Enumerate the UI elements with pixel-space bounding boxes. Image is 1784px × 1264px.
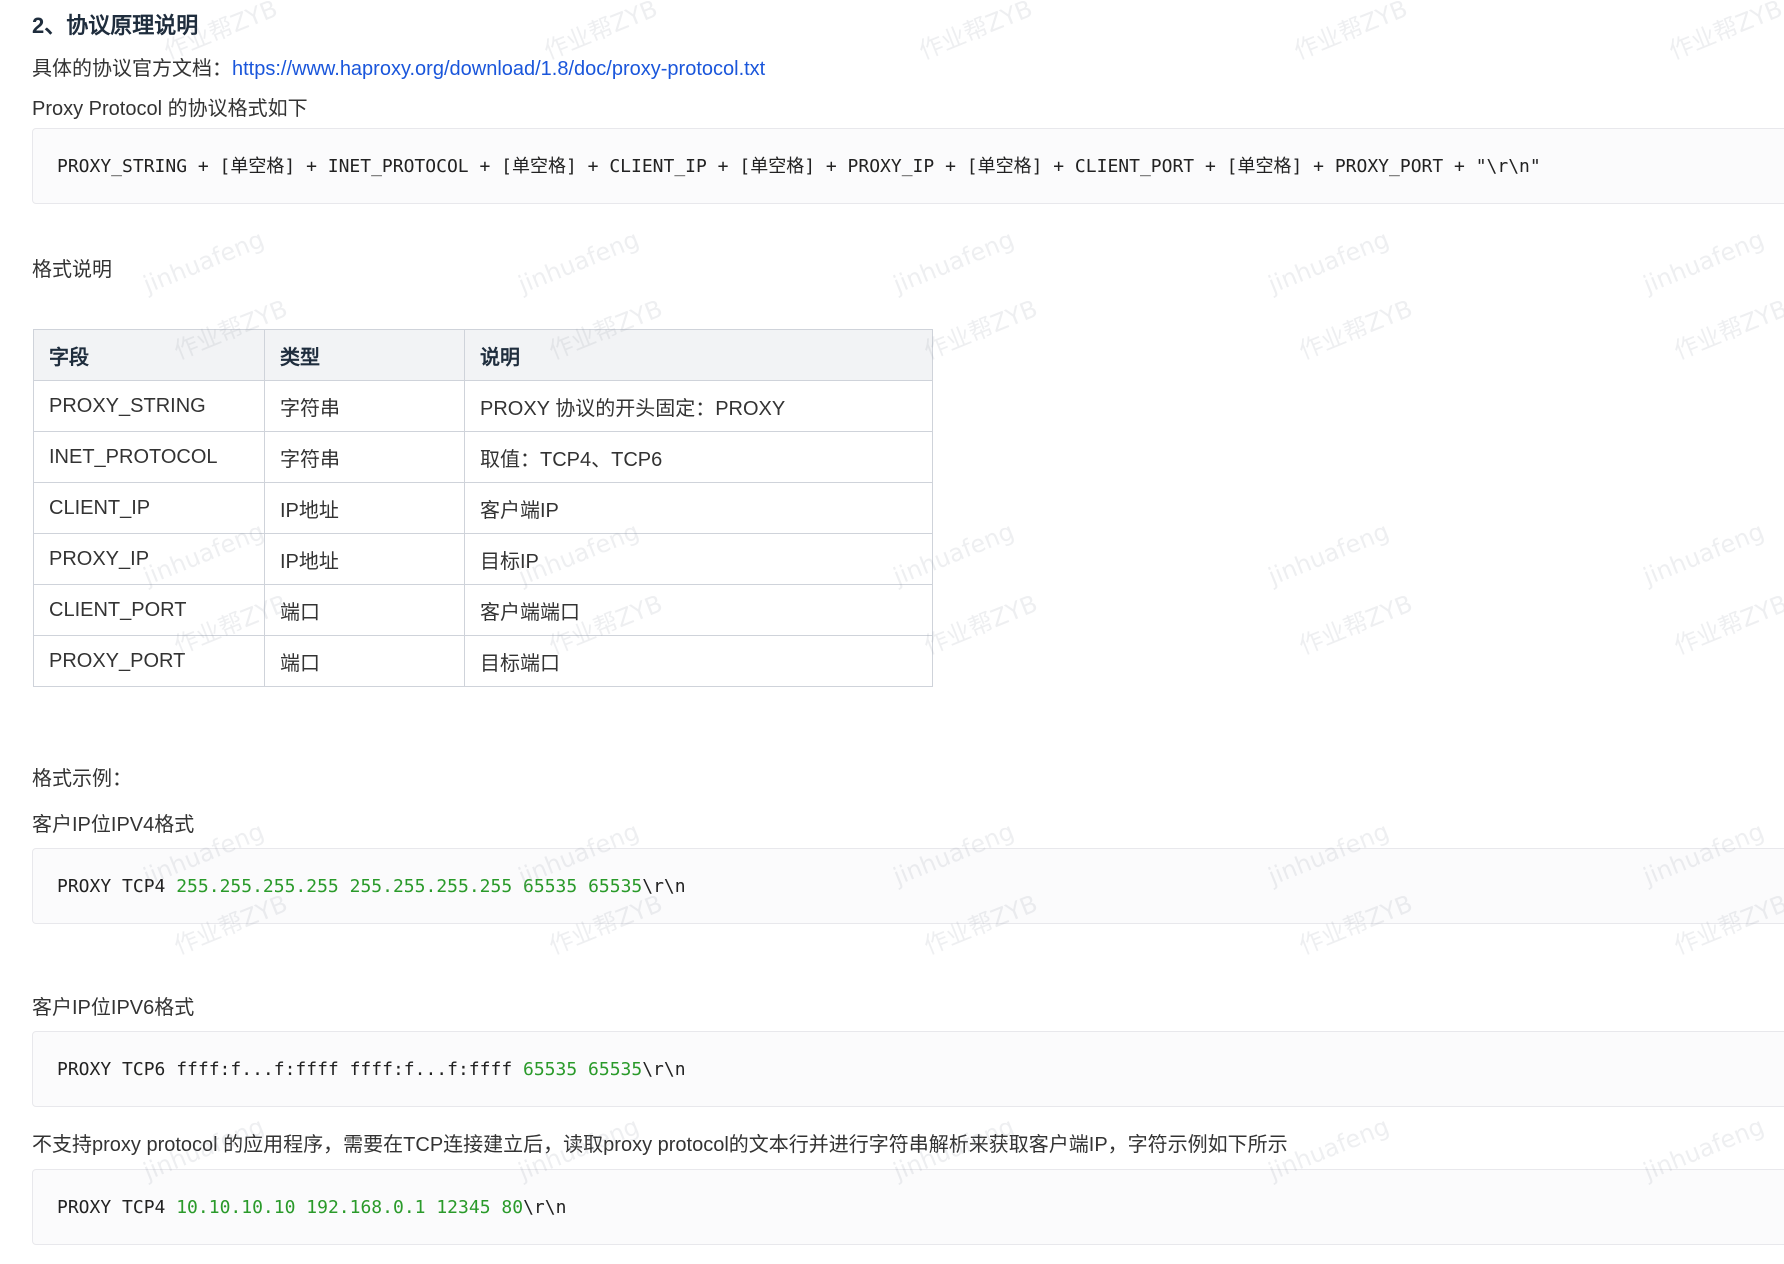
- code-line-end: \r\n: [523, 1197, 567, 1218]
- code-keyword: PROXY TCP6 ffff:f...f:ffff ffff:f...f:ff…: [57, 1059, 523, 1080]
- watermark-jinhuafeng: jinhuafeng: [1639, 517, 1768, 591]
- ipv6-code-block: PROXY TCP6 ffff:f...f:ffff ffff:f...f:ff…: [32, 1031, 1784, 1107]
- watermark-zyb: 作业帮ZYB: [920, 589, 1042, 661]
- ipv4-code-block: PROXY TCP4 255.255.255.255 255.255.255.2…: [32, 848, 1784, 924]
- watermark-jinhuafeng: jinhuafeng: [1264, 225, 1393, 299]
- doc-link-paragraph: 具体的协议官方文档：https://www.haproxy.org/downlo…: [32, 52, 765, 81]
- doc-link-prefix: 具体的协议官方文档：: [32, 58, 232, 80]
- watermark-jinhuafeng: jinhuafeng: [889, 225, 1018, 299]
- table-cell-field: PROXY_STRING: [33, 380, 265, 432]
- unsupported-note: 不支持proxy protocol 的应用程序，需要在TCP连接建立后，读取pr…: [32, 1134, 1288, 1156]
- watermark-zyb: 作业帮ZYB: [920, 294, 1042, 366]
- format-code: PROXY_STRING + [单空格] + INET_PROTOCOL + […: [57, 156, 1541, 177]
- table-cell-desc: 客户端IP: [464, 482, 933, 534]
- table-title: 格式说明: [32, 259, 112, 281]
- code-keyword: PROXY TCP4: [57, 876, 177, 897]
- code-line-end: \r\n: [642, 1059, 686, 1080]
- table-cell-type: 字符串: [264, 431, 465, 483]
- table-cell-desc: PROXY 协议的开头固定：PROXY: [464, 380, 933, 432]
- format-intro: Proxy Protocol 的协议格式如下: [32, 98, 308, 120]
- sample-code-block: PROXY TCP4 10.10.10.10 192.168.0.1 12345…: [32, 1169, 1784, 1245]
- code-proxy-port: 80: [501, 1197, 524, 1218]
- table-cell-type: 字符串: [264, 380, 465, 432]
- table-row: PROXY_STRING 字符串 PROXY 协议的开头固定：PROXY: [33, 380, 933, 432]
- watermark-jinhuafeng: jinhuafeng: [1264, 517, 1393, 591]
- table-cell-type: IP地址: [264, 533, 465, 585]
- table-row: INET_PROTOCOL 字符串 取值：TCP4、TCP6: [33, 431, 933, 483]
- table-cell-field: INET_PROTOCOL: [33, 431, 265, 483]
- ipv4-label: 客户IP位IPV4格式: [32, 814, 195, 836]
- watermark-zyb: 作业帮ZYB: [1295, 294, 1417, 366]
- code-proxy-port: 65535: [588, 1059, 643, 1080]
- table-cell-type: 端口: [264, 584, 465, 636]
- ipv4-code: PROXY TCP4 255.255.255.255 255.255.255.2…: [57, 849, 686, 925]
- table-cell-desc: 取值：TCP4、TCP6: [464, 431, 933, 483]
- table-header-row: 字段 类型 说明: [33, 329, 933, 381]
- watermark-zyb: 作业帮ZYB: [1665, 0, 1784, 66]
- format-code-block: PROXY_STRING + [单空格] + INET_PROTOCOL + […: [32, 128, 1784, 204]
- example-title: 格式示例：: [32, 768, 132, 790]
- code-proxy-ip: 192.168.0.1: [306, 1197, 426, 1218]
- watermark-zyb: 作业帮ZYB: [1670, 294, 1784, 366]
- table-row: CLIENT_PORT 端口 客户端端口: [33, 584, 933, 636]
- table-cell-desc: 客户端端口: [464, 584, 933, 636]
- code-client-ip: 10.10.10.10: [176, 1197, 296, 1218]
- section-heading: 2、协议原理说明: [32, 13, 199, 38]
- table-cell-field: CLIENT_IP: [33, 482, 265, 534]
- table-cell-field: PROXY_IP: [33, 533, 265, 585]
- table-header-type: 类型: [264, 329, 465, 381]
- code-keyword: PROXY TCP4: [57, 1197, 177, 1218]
- table-row: PROXY_PORT 端口 目标端口: [33, 635, 933, 687]
- table-row: CLIENT_IP IP地址 客户端IP: [33, 482, 933, 534]
- table-header-desc: 说明: [464, 329, 933, 381]
- code-client-ip: 255.255.255.255: [176, 876, 339, 897]
- ipv6-code: PROXY TCP6 ffff:f...f:ffff ffff:f...f:ff…: [57, 1032, 686, 1108]
- code-line-end: \r\n: [642, 876, 686, 897]
- code-client-port: 12345: [436, 1197, 491, 1218]
- watermark-zyb: 作业帮ZYB: [1295, 589, 1417, 661]
- doc-link[interactable]: https://www.haproxy.org/download/1.8/doc…: [232, 58, 765, 80]
- table-header-field: 字段: [33, 329, 265, 381]
- sample-code: PROXY TCP4 10.10.10.10 192.168.0.1 12345…: [57, 1170, 566, 1246]
- table-cell-desc: 目标端口: [464, 635, 933, 687]
- watermark-jinhuafeng: jinhuafeng: [1639, 225, 1768, 299]
- ipv6-label: 客户IP位IPV6格式: [32, 997, 195, 1019]
- table-row: PROXY_IP IP地址 目标IP: [33, 533, 933, 585]
- code-client-port: 65535: [523, 876, 578, 897]
- watermark-zyb: 作业帮ZYB: [1290, 0, 1412, 66]
- watermark-jinhuafeng: jinhuafeng: [139, 225, 268, 299]
- table-cell-type: IP地址: [264, 482, 465, 534]
- watermark-zyb: 作业帮ZYB: [1670, 589, 1784, 661]
- table-cell-field: PROXY_PORT: [33, 635, 265, 687]
- table-cell-field: CLIENT_PORT: [33, 584, 265, 636]
- watermark-jinhuafeng: jinhuafeng: [514, 225, 643, 299]
- format-table: 字段 类型 说明 PROXY_STRING 字符串 PROXY 协议的开头固定：…: [33, 329, 933, 687]
- table-cell-desc: 目标IP: [464, 533, 933, 585]
- code-proxy-ip: 255.255.255.255: [349, 876, 513, 897]
- code-client-port: 65535: [523, 1059, 578, 1080]
- code-proxy-port: 65535: [588, 876, 643, 897]
- watermark-zyb: 作业帮ZYB: [915, 0, 1037, 66]
- document-page: 2、协议原理说明 具体的协议官方文档：https://www.haproxy.o…: [0, 0, 1784, 1264]
- table-cell-type: 端口: [264, 635, 465, 687]
